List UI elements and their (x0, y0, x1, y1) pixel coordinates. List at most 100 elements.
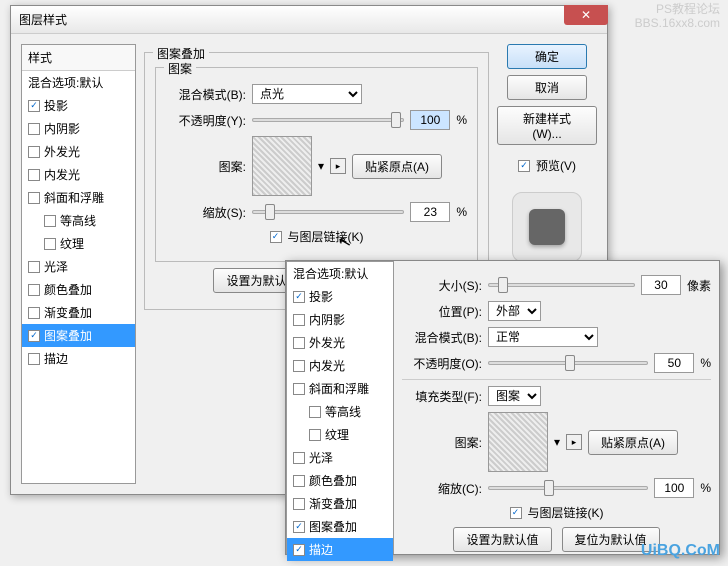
style-item[interactable]: 等高线 (287, 400, 393, 423)
blend-options-row[interactable]: 混合选项:默认 (22, 71, 135, 94)
blend-mode-select[interactable]: 点光 (252, 84, 362, 104)
style-item[interactable]: 渐变叠加 (22, 301, 135, 324)
style-checkbox[interactable] (293, 544, 305, 556)
style-item[interactable]: 渐变叠加 (287, 492, 393, 515)
scale-slider-2[interactable] (488, 486, 648, 490)
style-checkbox[interactable] (28, 123, 40, 135)
style-checkbox[interactable] (293, 291, 305, 303)
style-item[interactable]: 斜面和浮雕 (22, 186, 135, 209)
style-checkbox[interactable] (293, 360, 305, 372)
style-item[interactable]: 投影 (22, 94, 135, 117)
style-item[interactable]: 内阴影 (287, 308, 393, 331)
style-checkbox[interactable] (28, 330, 40, 342)
pattern-subgroup: 图案 混合模式(B): 点光 不透明度(Y): % 图案: ▾ (155, 67, 478, 262)
style-label: 内发光 (309, 357, 345, 374)
style-label: 渐变叠加 (309, 495, 357, 512)
chevron-down-icon[interactable]: ▾ (318, 159, 324, 173)
style-label: 光泽 (44, 258, 68, 275)
window-title: 图层样式 (19, 11, 599, 28)
snap-origin-button[interactable]: 贴紧原点(A) (352, 154, 442, 179)
style-label: 斜面和浮雕 (309, 380, 369, 397)
preview-checkbox[interactable] (518, 160, 530, 172)
style-item[interactable]: 纹理 (287, 423, 393, 446)
style-item[interactable]: 投影 (287, 285, 393, 308)
pattern-label-2: 图案: (402, 434, 482, 451)
link-checkbox-2[interactable] (510, 507, 522, 519)
style-checkbox[interactable] (28, 284, 40, 296)
style-label: 纹理 (325, 426, 349, 443)
size-input[interactable] (641, 275, 681, 295)
fill-type-select[interactable]: 图案 (488, 386, 541, 406)
style-item[interactable]: 颜色叠加 (22, 278, 135, 301)
style-item[interactable]: 纹理 (22, 232, 135, 255)
pattern-menu-icon[interactable]: ▸ (330, 158, 346, 174)
style-checkbox[interactable] (28, 353, 40, 365)
style-checkbox[interactable] (28, 169, 40, 181)
style-checkbox[interactable] (28, 261, 40, 273)
style-label: 描边 (309, 541, 333, 558)
style-item[interactable]: 光泽 (22, 255, 135, 278)
style-item[interactable]: 外发光 (22, 140, 135, 163)
opacity-label: 不透明度(Y): (166, 112, 246, 129)
pattern-menu-icon-2[interactable]: ▸ (566, 434, 582, 450)
style-item[interactable]: 图案叠加 (22, 324, 135, 347)
scale-input-2[interactable] (654, 478, 694, 498)
style-checkbox[interactable] (293, 314, 305, 326)
preview-swatch (512, 192, 582, 262)
scale-slider[interactable] (252, 210, 404, 214)
style-item[interactable]: 颜色叠加 (287, 469, 393, 492)
style-item[interactable]: 图案叠加 (287, 515, 393, 538)
style-item[interactable]: 描边 (22, 347, 135, 370)
style-item[interactable]: 光泽 (287, 446, 393, 469)
cancel-button[interactable]: 取消 (507, 75, 587, 100)
style-item[interactable]: 外发光 (287, 331, 393, 354)
style-checkbox[interactable] (309, 429, 321, 441)
link-checkbox[interactable] (270, 231, 282, 243)
style-label: 斜面和浮雕 (44, 189, 104, 206)
style-item[interactable]: 内发光 (22, 163, 135, 186)
opacity-input[interactable] (410, 110, 450, 130)
style-item[interactable]: 内阴影 (22, 117, 135, 140)
style-checkbox[interactable] (28, 192, 40, 204)
style-label: 等高线 (60, 212, 96, 229)
style-checkbox[interactable] (28, 307, 40, 319)
chevron-down-icon[interactable]: ▾ (554, 435, 560, 449)
size-slider[interactable] (488, 283, 635, 287)
set-default-button-2[interactable]: 设置为默认值 (453, 527, 551, 552)
snap-origin-button-2[interactable]: 贴紧原点(A) (588, 430, 678, 455)
opacity-slider[interactable] (252, 118, 404, 122)
close-button[interactable]: ✕ (564, 5, 608, 25)
style-checkbox[interactable] (293, 521, 305, 533)
style-label: 图案叠加 (44, 327, 92, 344)
opacity-input-2[interactable] (654, 353, 694, 373)
style-checkbox[interactable] (293, 383, 305, 395)
style-checkbox[interactable] (293, 452, 305, 464)
scale-input[interactable] (410, 202, 450, 222)
style-checkbox[interactable] (28, 146, 40, 158)
style-checkbox[interactable] (44, 215, 56, 227)
style-item[interactable]: 内发光 (287, 354, 393, 377)
style-checkbox[interactable] (28, 100, 40, 112)
style-label: 外发光 (44, 143, 80, 160)
position-select[interactable]: 外部 (488, 301, 541, 321)
blend-label-2: 混合模式(B): (402, 329, 482, 346)
opacity-slider-2[interactable] (488, 361, 648, 365)
style-checkbox[interactable] (44, 238, 56, 250)
position-label: 位置(P): (402, 303, 482, 320)
titlebar[interactable]: 图层样式 ✕ (11, 6, 607, 34)
blend-select-2[interactable]: 正常 (488, 327, 598, 347)
style-checkbox[interactable] (293, 475, 305, 487)
style-item[interactable]: 描边 (287, 538, 393, 561)
ok-button[interactable]: 确定 (507, 44, 587, 69)
style-checkbox[interactable] (309, 406, 321, 418)
pattern-thumbnail-2[interactable] (488, 412, 548, 472)
style-checkbox[interactable] (293, 498, 305, 510)
style-item[interactable]: 等高线 (22, 209, 135, 232)
blend-options-row-2[interactable]: 混合选项:默认 (287, 262, 393, 285)
pattern-thumbnail[interactable] (252, 136, 312, 196)
style-checkbox[interactable] (293, 337, 305, 349)
style-label: 等高线 (325, 403, 361, 420)
style-item[interactable]: 斜面和浮雕 (287, 377, 393, 400)
new-style-button[interactable]: 新建样式(W)... (497, 106, 597, 145)
style-label: 内阴影 (309, 311, 345, 328)
